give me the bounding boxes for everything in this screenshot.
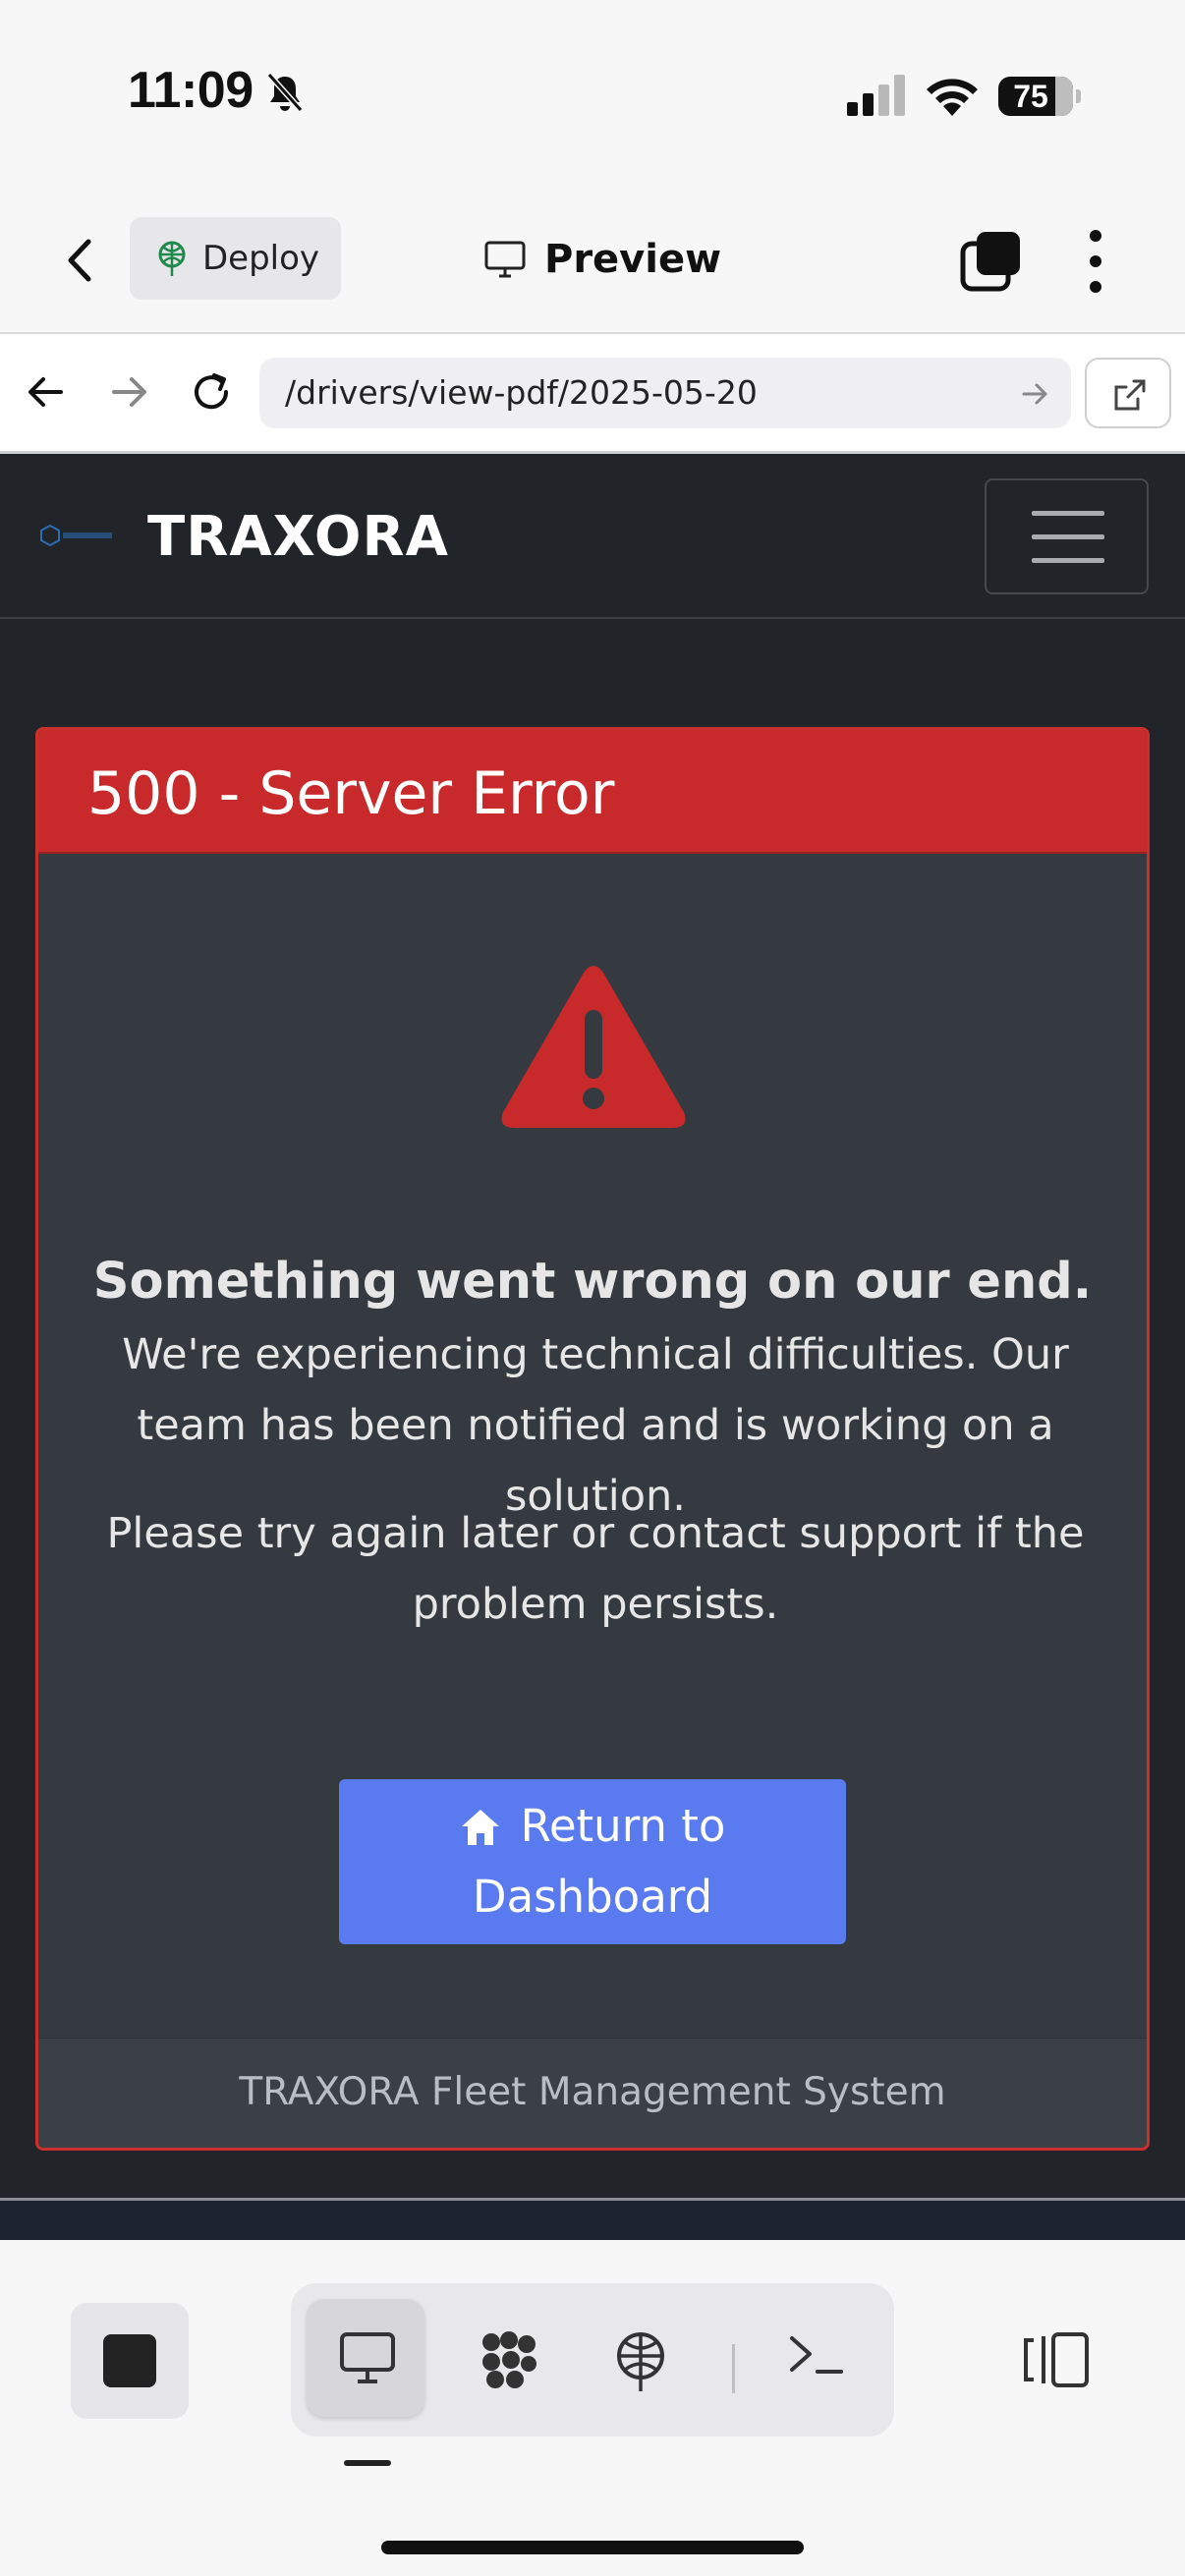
page-footer-strip xyxy=(0,2198,1185,2240)
browser-forward-icon[interactable] xyxy=(104,367,153,417)
go-arrow-icon[interactable] xyxy=(1018,377,1051,411)
url-text: /drivers/view-pdf/2025-05-20 xyxy=(285,373,758,412)
bell-muted-icon xyxy=(266,73,304,112)
error-headline: Something went wrong on our end. xyxy=(92,1253,1093,1311)
warning-triangle-icon xyxy=(501,966,686,1128)
toolbar-divider xyxy=(732,2344,735,2393)
tabs-switcher-icon[interactable] xyxy=(959,230,1022,293)
home-icon xyxy=(461,1810,499,1845)
side-panel-icon[interactable] xyxy=(1020,2330,1091,2389)
error-title: 500 - Server Error xyxy=(87,759,615,828)
footer-text: TRAXORA Fleet Management System xyxy=(239,2070,946,2114)
view-switcher xyxy=(291,2283,894,2436)
deploy-label: Deploy xyxy=(202,239,320,278)
return-dashboard-button[interactable]: Return to Dashboard xyxy=(339,1779,846,1944)
wifi-icon xyxy=(927,79,978,116)
site-navbar: TRAXORA xyxy=(0,454,1185,619)
deploy-globe-icon xyxy=(617,2332,664,2391)
deploy-button[interactable]: Deploy xyxy=(130,217,341,300)
cellular-signal-icon xyxy=(847,75,905,116)
web-page: TRAXORA 500 - Server Error Something wen… xyxy=(0,454,1185,2240)
preview-view-button[interactable] xyxy=(307,2299,424,2417)
browser-url-bar: /drivers/view-pdf/2025-05-20 xyxy=(0,334,1185,454)
navbar-toggler-button[interactable] xyxy=(985,478,1149,594)
brand-name[interactable]: TRAXORA xyxy=(147,505,449,569)
terminal-icon xyxy=(790,2336,843,2374)
reload-icon[interactable] xyxy=(187,367,236,417)
battery-icon: 75 xyxy=(998,77,1081,118)
preview-tab[interactable]: Preview xyxy=(483,228,721,291)
active-view-indicator xyxy=(344,2460,391,2466)
bottom-toolbar xyxy=(0,2240,1185,2576)
error-card-header: 500 - Server Error xyxy=(38,730,1147,854)
replit-cluster-icon xyxy=(482,2331,536,2388)
console-view-button[interactable] xyxy=(755,2299,873,2417)
external-link-icon xyxy=(1114,379,1146,411)
support-message: Please try again later or contact suppor… xyxy=(106,1509,1085,1629)
back-chevron-icon[interactable] xyxy=(59,234,102,287)
return-dashboard-label: Return to Dashboard xyxy=(472,1800,726,1923)
more-options-icon[interactable] xyxy=(1081,228,1110,295)
preview-label: Preview xyxy=(544,237,722,282)
stop-button[interactable] xyxy=(71,2303,189,2419)
deploy-view-button[interactable] xyxy=(580,2299,698,2417)
status-time: 11:09 xyxy=(128,62,254,119)
card-footer: TRAXORA Fleet Management System xyxy=(38,2038,1147,2148)
deploy-icon xyxy=(158,241,186,276)
browser-back-icon[interactable] xyxy=(22,367,71,417)
home-indicator[interactable] xyxy=(381,2541,804,2554)
workspace-view-button[interactable] xyxy=(448,2299,566,2417)
traxora-logo-icon[interactable] xyxy=(39,523,118,548)
monitor-icon xyxy=(484,241,526,278)
app-header: Deploy Preview xyxy=(0,187,1185,334)
stop-icon xyxy=(103,2334,156,2387)
url-input[interactable]: /drivers/view-pdf/2025-05-20 xyxy=(259,358,1071,428)
monitor-icon xyxy=(340,2332,395,2383)
error-card: 500 - Server Error Something went wrong … xyxy=(35,727,1150,2151)
status-bar: 11:09 75 xyxy=(0,0,1185,187)
open-external-button[interactable] xyxy=(1085,358,1171,428)
battery-level: 75 xyxy=(1013,79,1048,114)
